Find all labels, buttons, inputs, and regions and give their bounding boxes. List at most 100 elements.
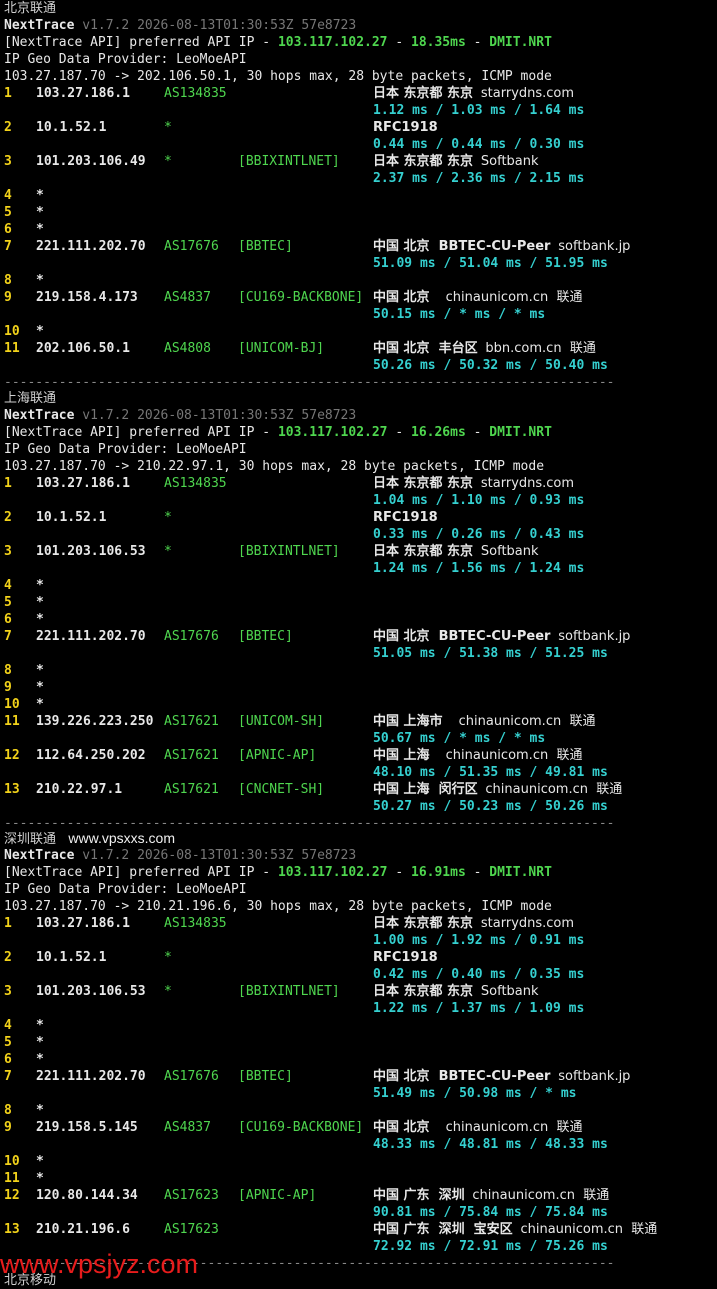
- hop-number: 11: [4, 1171, 20, 1186]
- hop-geo: 中国 上海市 chinaunicom.cn 联通: [373, 713, 595, 730]
- hop-asn: AS4837: [164, 290, 211, 305]
- api-latency: 18.35ms: [411, 35, 466, 50]
- hop-number: 8: [4, 273, 12, 288]
- hop-rtt: 48.10 ms / 51.35 ms / 49.81 ms: [373, 765, 608, 780]
- hop-geo: 中国 北京 BBTEC-CU-Peer softbank.jp: [373, 1068, 630, 1085]
- hop-asn: AS17676: [164, 239, 219, 254]
- hop-host: chinaunicom.cn 联通: [450, 714, 596, 729]
- hop-number: 10: [4, 324, 20, 339]
- hop-geo: 中国 广东 深圳 chinaunicom.cn 联通: [373, 1187, 609, 1204]
- hop-number: 7: [4, 629, 12, 644]
- hop-asn: *: [164, 154, 172, 169]
- hop-location: 中国 广东 深圳: [373, 1188, 465, 1203]
- hop-host: chinaunicom.cn 联通: [472, 1188, 610, 1203]
- nexttrace-version-line: NextTrace v1.7.2 2026-08-13T01:30:53Z 57…: [4, 17, 356, 34]
- hop-number: 3: [4, 154, 12, 169]
- hop-number: 4: [4, 188, 12, 203]
- hop-number: 12: [4, 748, 20, 763]
- hop-geo: 中国 北京 BBTEC-CU-Peer softbank.jp: [373, 628, 630, 645]
- api-ip: 103.117.102.27: [277, 865, 388, 880]
- hop-location: 中国 广东 深圳 宝安区: [373, 1222, 513, 1237]
- hop-asn: AS4808: [164, 341, 211, 356]
- hop-ip: *: [36, 1171, 44, 1186]
- trace-header: 103.27.187.70 -> 202.106.50.1, 30 hops m…: [4, 69, 552, 84]
- api-ip: 103.117.102.27: [277, 35, 388, 50]
- hop-tag: [BBIXINTLNET]: [238, 984, 340, 999]
- hop-location: 中国 北京 BBTEC-CU-Peer: [373, 239, 551, 254]
- geo-provider: IP Geo Data Provider: LeoMoeAPI: [4, 442, 247, 457]
- hop-location: 中国 北京: [373, 290, 430, 305]
- hop-rtt: 50.15 ms / * ms / * ms: [373, 307, 546, 322]
- hop-ip: *: [36, 595, 44, 610]
- hop-ip: 10.1.52.1: [36, 950, 107, 965]
- api-prefix: [NextTrace API] preferred API IP -: [4, 865, 278, 880]
- hop-ip: 210.22.97.1: [36, 782, 123, 797]
- section-title-text: 北京联通: [4, 1, 57, 16]
- hop-host: bbn.com.cn 联通: [485, 341, 596, 356]
- api-latency: 16.26ms: [411, 425, 466, 440]
- api-dash: -: [465, 35, 490, 50]
- hop-host: chinaunicom.cn 联通: [520, 1222, 658, 1237]
- hop-location: 中国 北京 丰台区: [373, 341, 478, 356]
- hop-ip: 101.203.106.53: [36, 984, 146, 999]
- hop-ip: 10.1.52.1: [36, 120, 107, 135]
- api-line: [NextTrace API] preferred API IP - 103.1…: [4, 424, 552, 441]
- hop-host: softbank.jp: [558, 629, 631, 644]
- hop-ip: 103.27.186.1: [36, 916, 130, 931]
- section-separator: ----------------------------------------…: [4, 375, 615, 390]
- hop-rtt: 0.33 ms / 0.26 ms / 0.43 ms: [373, 527, 585, 542]
- hop-number: 11: [4, 714, 20, 729]
- hop-asn: AS134835: [164, 916, 227, 931]
- hop-asn: *: [164, 950, 172, 965]
- hop-number: 5: [4, 595, 12, 610]
- hop-rtt: 1.24 ms / 1.56 ms / 1.24 ms: [373, 561, 585, 576]
- hop-number: 9: [4, 680, 12, 695]
- hop-host: starrydns.com: [480, 476, 575, 491]
- hop-host: chinaunicom.cn 联通: [437, 290, 583, 305]
- hop-number: 12: [4, 1188, 20, 1203]
- hop-rtt: 50.26 ms / 50.32 ms / 50.40 ms: [373, 358, 608, 373]
- hop-number: 11: [4, 341, 20, 356]
- api-prefix: [NextTrace API] preferred API IP -: [4, 425, 278, 440]
- hop-ip: *: [36, 1052, 44, 1067]
- hop-asn: AS17676: [164, 1069, 219, 1084]
- hop-location: 日本 东京都 东京: [373, 476, 474, 491]
- hop-rtt: 0.42 ms / 0.40 ms / 0.35 ms: [373, 967, 585, 982]
- hop-geo: 日本 东京都 东京 Softbank: [373, 543, 539, 560]
- hop-geo: 中国 北京 chinaunicom.cn 联通: [373, 1119, 582, 1136]
- hop-host: chinaunicom.cn 联通: [485, 782, 623, 797]
- api-ip: 103.117.102.27: [277, 425, 388, 440]
- hop-number: 8: [4, 1103, 12, 1118]
- hop-ip: 221.111.202.70: [36, 239, 146, 254]
- hop-asn: AS134835: [164, 86, 227, 101]
- hop-rtt: 50.27 ms / 50.23 ms / 50.26 ms: [373, 799, 608, 814]
- hop-tag: [APNIC-AP]: [238, 1188, 317, 1203]
- section-title: 北京联通: [4, 0, 56, 17]
- hop-ip: *: [36, 188, 44, 203]
- hop-number: 2: [4, 510, 12, 525]
- hop-rtt: 50.67 ms / * ms / * ms: [373, 731, 546, 746]
- hop-number: 6: [4, 1052, 12, 1067]
- version-text: v1.7.2 2026-08-13T01:30:53Z 57e8723: [82, 18, 357, 33]
- hop-rtt: 1.12 ms / 1.03 ms / 1.64 ms: [373, 103, 585, 118]
- hop-asn: *: [164, 510, 172, 525]
- hop-ip: *: [36, 324, 44, 339]
- hop-tag: [BBTEC]: [238, 1069, 293, 1084]
- hop-asn: AS4837: [164, 1120, 211, 1135]
- hop-ip: *: [36, 273, 44, 288]
- api-prefix: [NextTrace API] preferred API IP -: [4, 35, 278, 50]
- hop-number: 4: [4, 578, 12, 593]
- hop-ip: *: [36, 697, 44, 712]
- hop-location: RFC1918: [373, 510, 438, 525]
- hop-geo: 日本 东京都 东京 Softbank: [373, 983, 539, 1000]
- api-line: [NextTrace API] preferred API IP - 103.1…: [4, 34, 552, 51]
- hop-rtt: 0.44 ms / 0.44 ms / 0.30 ms: [373, 137, 585, 152]
- hop-asn: AS17621: [164, 782, 219, 797]
- hop-geo: 中国 广东 深圳 宝安区 chinaunicom.cn 联通: [373, 1221, 657, 1238]
- hop-number: 7: [4, 239, 12, 254]
- hop-number: 9: [4, 290, 12, 305]
